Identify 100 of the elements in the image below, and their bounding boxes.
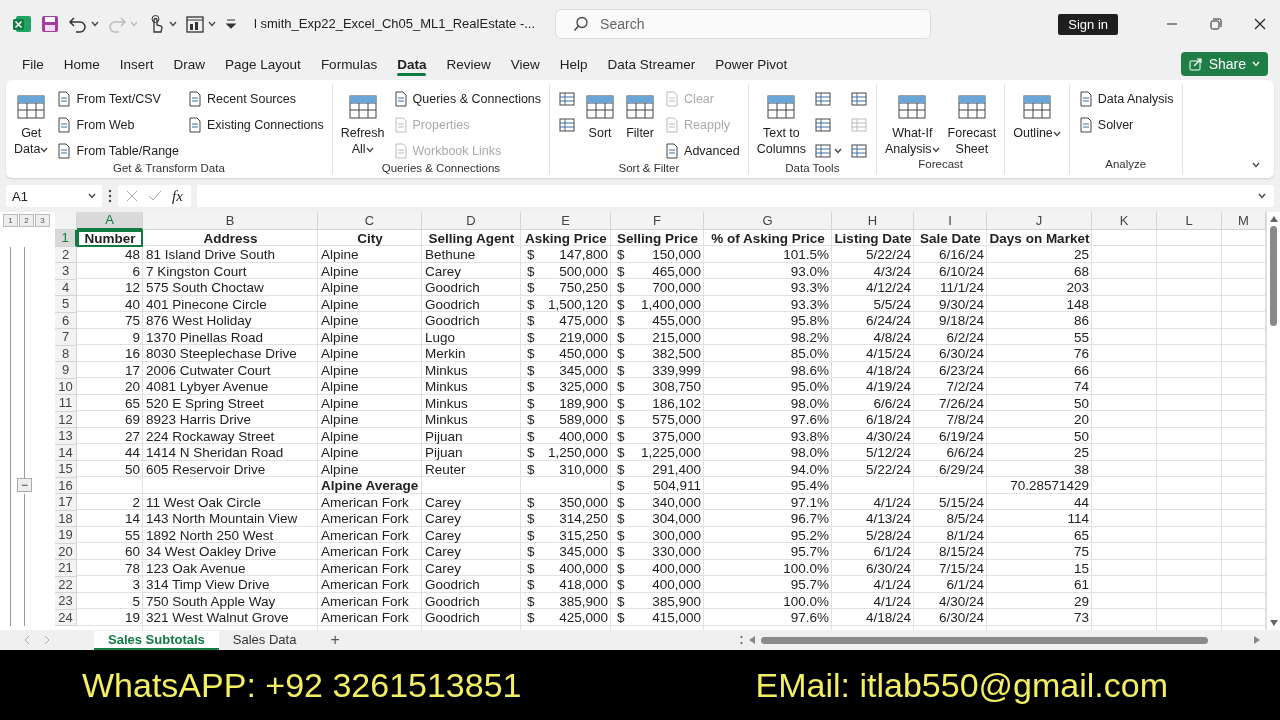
row-header[interactable]: 11 — [55, 395, 77, 412]
ribbon-tab[interactable]: Power Pivot — [705, 51, 798, 77]
formula-field[interactable] — [196, 185, 1274, 207]
caret-icon[interactable] — [365, 147, 374, 153]
caret-icon[interactable] — [1258, 193, 1266, 199]
ribbon-tab[interactable]: Data — [387, 51, 437, 77]
scroll-up-icon[interactable] — [1269, 216, 1278, 222]
ribbon-button[interactable]: From Table/Range — [56, 140, 179, 162]
share-button[interactable]: Share — [1180, 52, 1268, 76]
ribbon-button[interactable]: Queries & Connections — [392, 88, 542, 110]
row-header[interactable]: 13 — [55, 428, 77, 445]
ribbon-tab[interactable]: Page Layout — [215, 51, 311, 77]
row-header[interactable]: 19 — [55, 527, 77, 544]
search-field[interactable]: Search — [555, 9, 932, 39]
row-header[interactable]: 5 — [55, 296, 77, 313]
caret-icon[interactable] — [88, 193, 96, 199]
column-header[interactable]: F — [611, 212, 704, 230]
column-header[interactable]: M — [1222, 212, 1266, 230]
form-icon[interactable] — [185, 14, 205, 34]
sheet-tab[interactable]: Sales Subtotals — [94, 630, 219, 650]
ribbon-tab[interactable]: File — [12, 51, 54, 77]
insert-function-button[interactable]: fx — [172, 187, 183, 205]
caret-icon[interactable] — [208, 21, 216, 27]
column-header[interactable]: H — [832, 212, 914, 230]
table-cell-text: 25 — [1072, 444, 1090, 461]
ribbon-button[interactable]: Solver — [1077, 114, 1174, 136]
ribbon-button[interactable]: Recent Sources — [187, 88, 324, 110]
ribbon-tab[interactable]: Home — [53, 51, 110, 77]
ribbon-button[interactable]: Text to Columns — [756, 88, 806, 157]
customize-icon[interactable] — [224, 17, 238, 31]
outline-level-button[interactable]: 1 — [3, 214, 18, 227]
ribbon-button[interactable]: What-If Analysis — [885, 88, 940, 157]
ribbon-button[interactable]: Outline — [1013, 88, 1061, 141]
ribbon-button[interactable]: Data Analysis — [1077, 88, 1174, 110]
ribbon-button[interactable]: Refresh All — [340, 88, 385, 157]
caret-icon[interactable] — [834, 148, 842, 154]
save-icon[interactable] — [40, 14, 60, 34]
row-header[interactable]: 17 — [55, 494, 77, 511]
scroll-left-icon[interactable] — [748, 636, 755, 644]
ribbon-tab[interactable]: Insert — [109, 51, 164, 77]
outline-level-button[interactable]: 3 — [35, 214, 50, 227]
column-header[interactable]: G — [704, 212, 832, 230]
ribbon-button[interactable]: Forecast Sheet — [947, 88, 997, 157]
scrollbar-thumb[interactable] — [1270, 226, 1277, 326]
ribbon-tab[interactable]: Help — [549, 51, 598, 77]
ribbon-tab[interactable]: Formulas — [310, 51, 388, 77]
scroll-right-icon[interactable] — [1254, 636, 1260, 644]
ribbon-button[interactable]: From Text/CSV — [56, 88, 179, 110]
row-header[interactable]: 1 — [55, 230, 77, 247]
column-header[interactable]: D — [422, 212, 521, 230]
table-cell-text: 1892 North 250 West — [145, 527, 275, 544]
ribbon-tab[interactable]: Data Streamer — [597, 51, 706, 77]
row-header[interactable]: 15 — [55, 461, 77, 478]
table-cell-text: 224 Rockaway Street — [145, 428, 276, 445]
column-header[interactable]: C — [318, 212, 422, 230]
caret-icon[interactable] — [91, 21, 99, 27]
ribbon-tab[interactable]: Review — [436, 51, 501, 77]
caret-icon[interactable] — [40, 147, 49, 153]
column-header[interactable]: J — [987, 212, 1092, 230]
row-header[interactable]: 7 — [55, 329, 77, 346]
ribbon-button[interactable]: Filter — [624, 88, 657, 141]
ribbon-button[interactable]: From Web — [56, 114, 179, 136]
more-icon[interactable] — [739, 635, 743, 645]
scroll-down-icon[interactable] — [1269, 620, 1278, 626]
outline-level-button[interactable]: 2 — [19, 214, 34, 227]
ribbon-button[interactable]: Sort — [584, 88, 617, 141]
column-header[interactable]: L — [1157, 212, 1222, 230]
table-cell-text: 876 West Holiday — [145, 312, 253, 329]
column-header[interactable]: E — [521, 212, 611, 230]
ribbon-tab[interactable]: Draw — [163, 51, 216, 77]
sign-in-button[interactable]: Sign in — [1058, 13, 1118, 35]
row-header[interactable]: 9 — [55, 362, 77, 379]
currency-cell-text: $ 382,500 — [616, 345, 702, 362]
more-icon[interactable] — [108, 189, 112, 203]
ribbon-button[interactable]: Advanced — [664, 140, 740, 162]
ribbon-button[interactable]: Get Data — [14, 88, 49, 157]
collapse-ribbon-icon[interactable] — [1250, 162, 1262, 168]
caret-icon[interactable] — [1052, 131, 1061, 137]
restore-icon[interactable] — [1210, 18, 1222, 30]
collapse-button[interactable]: − — [17, 477, 32, 492]
add-sheet-button[interactable]: + — [324, 631, 346, 649]
column-header[interactable]: I — [914, 212, 987, 230]
caret-icon[interactable] — [931, 147, 940, 153]
table-cell-text: Alpine — [320, 428, 360, 445]
close-icon[interactable] — [1254, 18, 1266, 30]
column-heading[interactable]: Number — [77, 230, 143, 247]
caret-icon[interactable] — [169, 21, 177, 27]
sheet-tab[interactable]: Sales Data — [218, 630, 311, 650]
ribbon-button[interactable]: Existing Connections — [187, 114, 324, 136]
row-header[interactable]: 23 — [55, 593, 77, 610]
name-box[interactable]: A1 — [6, 185, 102, 207]
undo-icon[interactable] — [68, 14, 88, 34]
column-header[interactable]: K — [1092, 212, 1157, 230]
row-header[interactable]: 21 — [55, 560, 77, 577]
column-header[interactable]: A — [77, 212, 143, 230]
check-icon[interactable] — [148, 190, 162, 202]
column-header[interactable]: B — [143, 212, 318, 230]
ribbon-tab[interactable]: View — [500, 51, 550, 77]
row-header[interactable]: 3 — [55, 263, 77, 280]
scrollbar-thumb[interactable] — [760, 636, 1208, 644]
